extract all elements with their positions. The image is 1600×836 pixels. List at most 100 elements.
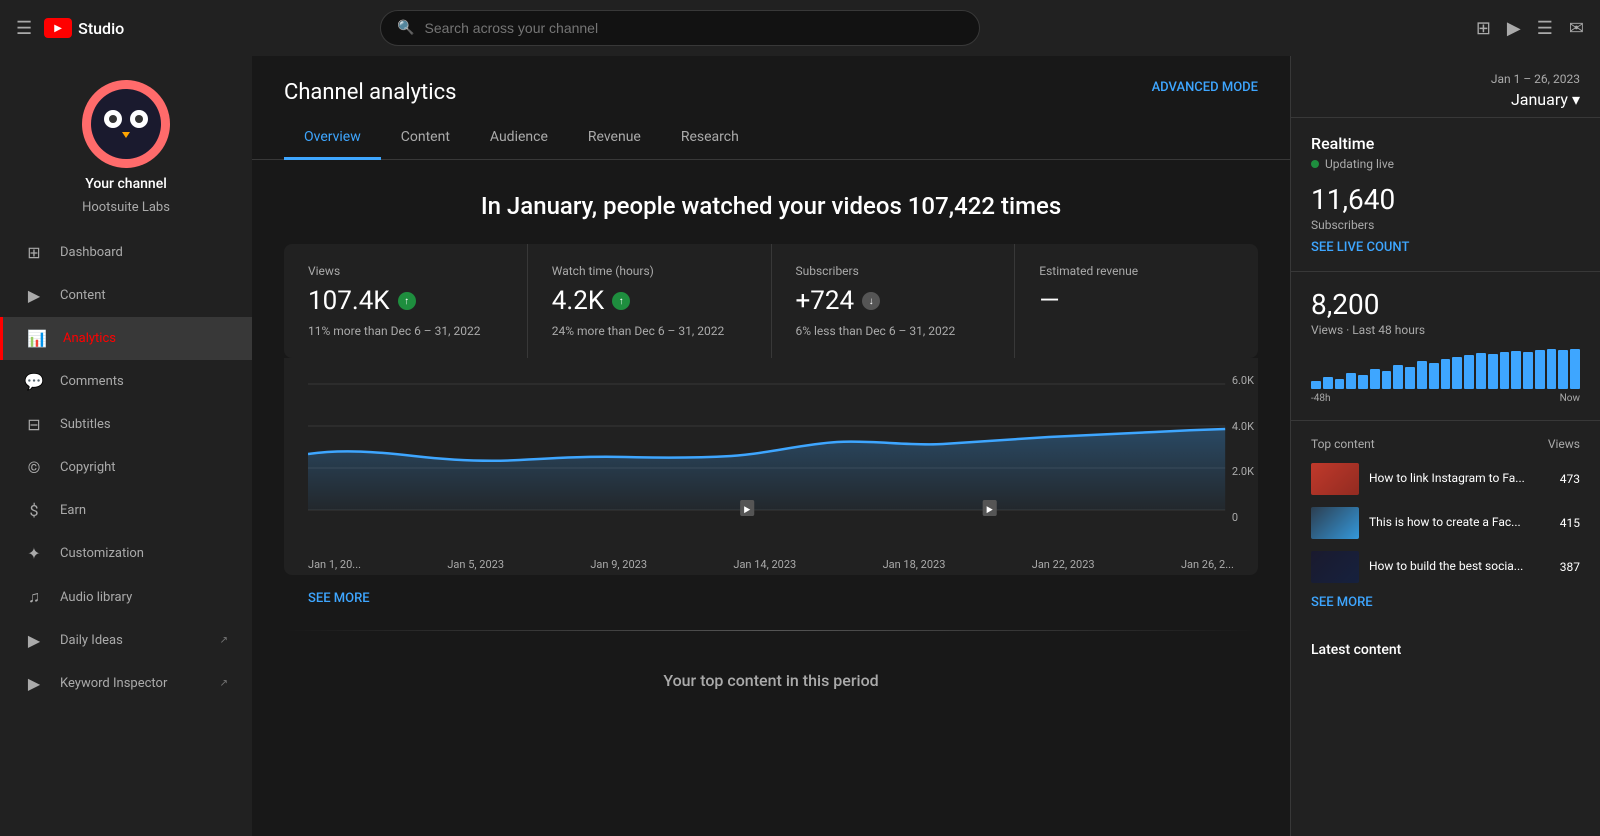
- dropdown-chevron-icon: ▾: [1572, 90, 1580, 109]
- bar-22: [1558, 350, 1568, 389]
- sidebar-item-copyright[interactable]: © Copyright: [0, 446, 252, 489]
- x-label-5: Jan 22, 2023: [1032, 558, 1095, 571]
- content-item-3[interactable]: How to build the best socia... 387: [1311, 551, 1580, 583]
- content-item-1[interactable]: How to link Instagram to Fa... 473: [1311, 463, 1580, 495]
- thumb-3: [1311, 551, 1359, 583]
- realtime-section: Realtime Updating live 11,640 Subscriber…: [1291, 118, 1600, 272]
- top-content-header-views: Views: [1548, 437, 1580, 451]
- sidebar-item-keyword-inspector[interactable]: ▶ Keyword Inspector ↗: [0, 662, 252, 705]
- hamburger-icon[interactable]: ☰: [16, 18, 32, 39]
- svg-text:▶: ▶: [744, 505, 751, 516]
- see-more-button[interactable]: SEE MORE: [284, 575, 1258, 622]
- realtime-live-indicator: Updating live: [1311, 157, 1580, 171]
- bar-14: [1464, 355, 1474, 389]
- sidebar-label-earn: Earn: [60, 503, 228, 518]
- tab-audience[interactable]: Audience: [470, 117, 568, 160]
- sidebar-item-audio-library[interactable]: ♫ Audio library: [0, 575, 252, 619]
- tab-research[interactable]: Research: [661, 117, 759, 160]
- sidebar-item-dashboard[interactable]: ⊞ Dashboard: [0, 231, 252, 274]
- thumb-2: [1311, 507, 1359, 539]
- content-item-2[interactable]: This is how to create a Fac... 415: [1311, 507, 1580, 539]
- bar-21: [1547, 349, 1557, 389]
- search-input[interactable]: [425, 20, 964, 36]
- bar-16: [1488, 354, 1498, 389]
- stat-watchtime-label: Watch time (hours): [552, 264, 747, 278]
- message-icon[interactable]: ✉: [1569, 18, 1584, 39]
- sidebar-label-content: Content: [60, 288, 228, 303]
- sidebar-label-customization: Customization: [60, 546, 228, 561]
- dashboard-icon: ⊞: [24, 243, 44, 262]
- watchtime-number: 4.2K: [552, 286, 604, 316]
- sidebar-item-content[interactable]: ▶ Content: [0, 274, 252, 317]
- tab-overview[interactable]: Overview: [284, 117, 381, 160]
- y-label-0: 0: [1232, 511, 1254, 524]
- see-live-button[interactable]: SEE LIVE COUNT: [1311, 240, 1580, 255]
- sidebar-item-earn[interactable]: $ Earn: [0, 489, 252, 532]
- sidebar-label-analytics: Analytics: [63, 331, 228, 346]
- channel-subtitle: Hootsuite Labs: [82, 200, 170, 215]
- date-dropdown[interactable]: January ▾: [1311, 90, 1580, 109]
- content-title-1: How to link Instagram to Fa...: [1369, 471, 1550, 487]
- bar-9: [1405, 367, 1415, 389]
- youtube-go-icon[interactable]: ▶: [1507, 18, 1521, 39]
- subscriber-count: 11,640: [1311, 183, 1580, 216]
- thumb-1: [1311, 463, 1359, 495]
- app: ☰ Studio 🔍 ⊞ ▶ ☰ ✉: [0, 0, 1600, 836]
- content-title-3: How to build the best socia...: [1369, 559, 1550, 575]
- mini-chart-labels: -48h Now: [1311, 393, 1580, 404]
- top-content-see-more[interactable]: SEE MORE: [1311, 595, 1580, 610]
- stat-views-value: 107.4K ↑: [308, 286, 503, 316]
- sidebar-item-customization[interactable]: ✦ Customization: [0, 532, 252, 575]
- sidebar-label-dashboard: Dashboard: [60, 245, 228, 260]
- views-48h-count: 8,200: [1311, 288, 1580, 321]
- content-title-2: This is how to create a Fac...: [1369, 515, 1550, 531]
- search-icon: 🔍: [397, 20, 414, 36]
- chart-area: 6.0K 4.0K 2.0K 0: [284, 358, 1258, 575]
- content-views-2: 415: [1560, 516, 1580, 530]
- studio-label: Studio: [78, 19, 124, 38]
- sidebar-item-analytics[interactable]: 📊 Analytics: [0, 317, 252, 360]
- stat-watchtime[interactable]: Watch time (hours) 4.2K ↑ 24% more than …: [528, 244, 772, 358]
- svg-text:▶: ▶: [987, 505, 994, 516]
- watchtime-up-icon: ↑: [612, 292, 630, 310]
- stat-views[interactable]: Views 107.4K ↑ 11% more than Dec 6 – 31,…: [284, 244, 528, 358]
- stat-revenue[interactable]: Estimated revenue —: [1015, 244, 1258, 358]
- owl-pupil-left: [109, 115, 117, 123]
- content-views-1: 473: [1560, 472, 1580, 486]
- page-title: Channel analytics: [284, 80, 456, 105]
- search-bar[interactable]: 🔍: [380, 10, 980, 46]
- topbar-right: ⊞ ▶ ☰ ✉: [1476, 18, 1584, 39]
- stat-subscribers-value: +724 ↓: [796, 286, 991, 316]
- channel-title: Your channel: [85, 176, 167, 192]
- date-selector[interactable]: Jan 1 – 26, 2023 January ▾: [1291, 56, 1600, 118]
- stats-cards: Views 107.4K ↑ 11% more than Dec 6 – 31,…: [284, 244, 1258, 358]
- sidebar: Your channel Hootsuite Labs ⊞ Dashboard …: [0, 56, 252, 836]
- sidebar-item-subtitles[interactable]: ⊟ Subtitles: [0, 403, 252, 446]
- x-label-4: Jan 18, 2023: [883, 558, 946, 571]
- page-header: Channel analytics ADVANCED MODE: [252, 56, 1290, 105]
- sidebar-item-daily-ideas[interactable]: ▶ Daily Ideas ↗: [0, 619, 252, 662]
- external-icon: ↗: [220, 635, 228, 646]
- apps-icon[interactable]: ☰: [1537, 18, 1553, 39]
- views-chart: ▶ ▶: [308, 374, 1234, 534]
- sidebar-label-audio-library: Audio library: [60, 590, 228, 605]
- advanced-mode-button[interactable]: ADVANCED MODE: [1152, 80, 1258, 95]
- stat-views-label: Views: [308, 264, 503, 278]
- bar-7: [1382, 371, 1392, 389]
- channel-info: Your channel Hootsuite Labs: [0, 56, 252, 231]
- realtime-title: Realtime: [1311, 134, 1580, 153]
- date-range-label: Jan 1 – 26, 2023: [1311, 72, 1580, 86]
- stat-subscribers[interactable]: Subscribers +724 ↓ 6% less than Dec 6 – …: [772, 244, 1016, 358]
- avatar[interactable]: [82, 80, 170, 168]
- analytics-icon[interactable]: ⊞: [1476, 18, 1491, 39]
- tab-revenue[interactable]: Revenue: [568, 117, 661, 160]
- sidebar-item-comments[interactable]: 💬 Comments: [0, 360, 252, 403]
- owl-pupil-right: [135, 115, 143, 123]
- bar-1: [1311, 381, 1321, 389]
- chart-x-labels: Jan 1, 20... Jan 5, 2023 Jan 9, 2023 Jan…: [284, 554, 1258, 575]
- tab-content[interactable]: Content: [381, 117, 470, 160]
- subscribers-number: +724: [796, 286, 855, 316]
- owl-eye-left: [104, 110, 122, 128]
- analytics-nav-icon: 📊: [27, 329, 47, 348]
- earn-icon: $: [24, 501, 44, 520]
